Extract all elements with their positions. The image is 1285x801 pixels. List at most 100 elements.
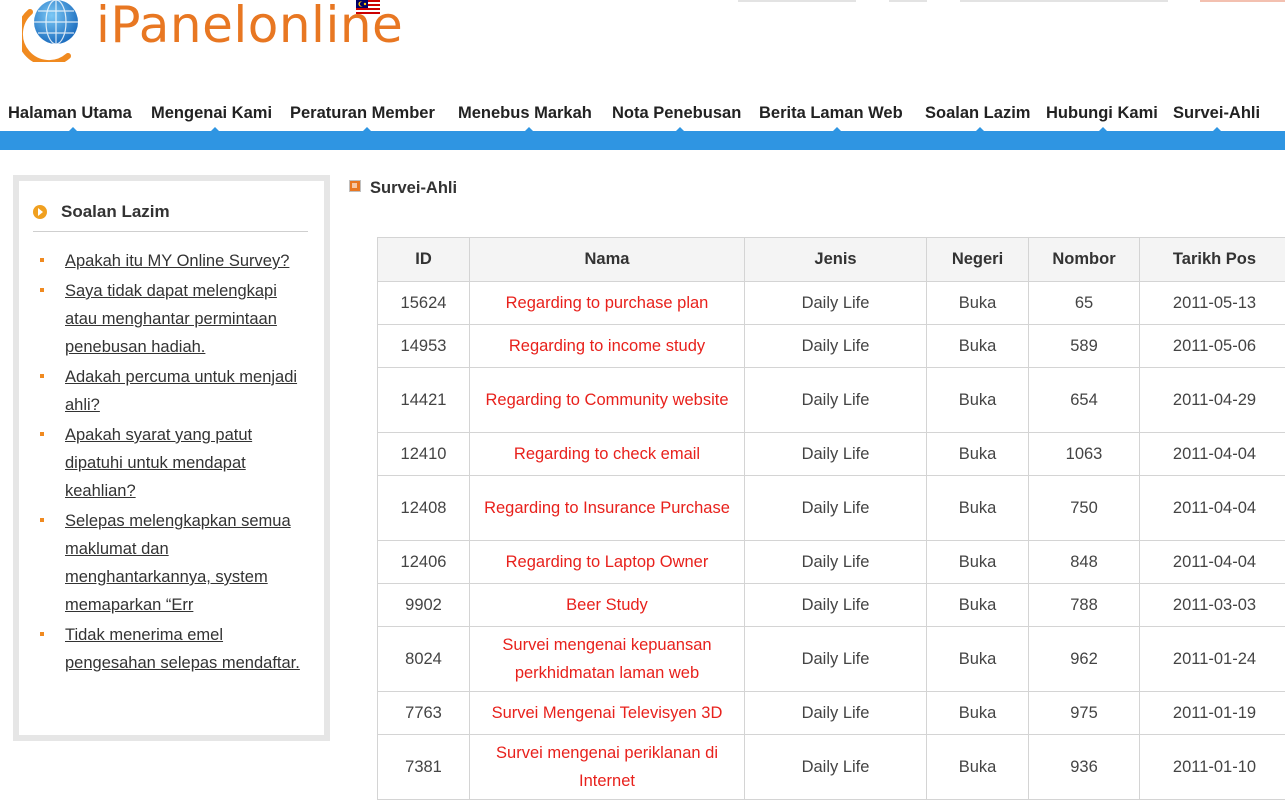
nav-item-nota-penebusan[interactable]: Nota Penebusan xyxy=(612,104,741,123)
nav-notch xyxy=(675,127,685,132)
faq-link[interactable]: Saya tidak dapat melengkapi atau menghan… xyxy=(65,282,277,356)
faq-item: Apakah syarat yang patut dipatuhi untuk … xyxy=(39,421,309,505)
faq-link[interactable]: Selepas melengkapkan semua maklumat dan … xyxy=(65,512,291,614)
column-header-tarikh-pos: Tarikh Pos xyxy=(1139,237,1285,282)
cell-nombor: 962 xyxy=(1028,626,1140,692)
arrow-circle-icon xyxy=(33,205,47,219)
header-edge-line xyxy=(738,0,856,2)
nav-item-survei-ahli[interactable]: Survei-Ahli xyxy=(1173,104,1260,123)
header-edge-line xyxy=(1200,0,1285,2)
faq-link[interactable]: Apakah syarat yang patut dipatuhi untuk … xyxy=(65,426,252,500)
nav-notch xyxy=(832,127,842,132)
faq-link[interactable]: Tidak menerima emel pengesahan selepas m… xyxy=(65,626,300,672)
cell-id: 14953 xyxy=(377,324,470,368)
survey-table: ID Nama Jenis Negeri Nombor Tarikh Pos 1… xyxy=(377,237,1285,800)
nav-item-halaman-utama[interactable]: Halaman Utama xyxy=(8,104,132,123)
nav-notch xyxy=(1212,127,1222,132)
malaysia-flag-icon[interactable] xyxy=(356,0,380,14)
cell-negeri: Buka xyxy=(926,281,1029,325)
faq-item: Selepas melengkapkan semua maklumat dan … xyxy=(39,507,309,619)
nav-item-peraturan-member[interactable]: Peraturan Member xyxy=(290,104,435,123)
nav-item-hubungi-kami[interactable]: Hubungi Kami xyxy=(1046,104,1158,123)
cell-id: 14421 xyxy=(377,367,470,433)
survey-name-link[interactable]: Regarding to income study xyxy=(469,324,745,368)
cell-tarikh-pos: 2011-04-29 xyxy=(1139,367,1285,433)
nav-notch xyxy=(524,127,534,132)
faq-item: Tidak menerima emel pengesahan selepas m… xyxy=(39,621,309,677)
cell-nombor: 975 xyxy=(1028,691,1140,735)
table-row: 8024 Survei mengenai kepuansan perkhidma… xyxy=(377,626,1285,692)
cell-jenis: Daily Life xyxy=(744,432,927,476)
faq-item: Adakah percuma untuk menjadi ahli? xyxy=(39,363,309,419)
cell-negeri: Buka xyxy=(926,734,1029,800)
table-row: 7763 Survei Mengenai Televisyen 3D Daily… xyxy=(377,691,1285,735)
survey-name-link[interactable]: Regarding to purchase plan xyxy=(469,281,745,325)
header-edge-line xyxy=(960,0,1168,2)
section-square-icon xyxy=(349,180,361,192)
table-row: 14421 Regarding to Community website Dai… xyxy=(377,367,1285,433)
cell-negeri: Buka xyxy=(926,583,1029,627)
nav-notch xyxy=(1098,127,1108,132)
survey-name-link[interactable]: Regarding to Insurance Purchase xyxy=(469,475,745,541)
cell-nombor: 589 xyxy=(1028,324,1140,368)
faq-item: Saya tidak dapat melengkapi atau menghan… xyxy=(39,277,309,361)
cell-jenis: Daily Life xyxy=(744,281,927,325)
page-title: Survei-Ahli xyxy=(370,179,458,197)
faq-sidebar-title: Soalan Lazim xyxy=(61,202,170,221)
cell-negeri: Buka xyxy=(926,367,1029,433)
bullet-icon xyxy=(40,432,44,436)
nav-bar-strip xyxy=(0,131,1285,150)
bullet-icon xyxy=(40,374,44,378)
nav-item-soalan-lazim[interactable]: Soalan Lazim xyxy=(925,104,1030,123)
nav-notch xyxy=(210,127,220,132)
cell-jenis: Daily Life xyxy=(744,583,927,627)
cell-negeri: Buka xyxy=(926,432,1029,476)
cell-id: 7763 xyxy=(377,691,470,735)
cell-negeri: Buka xyxy=(926,691,1029,735)
survey-name-link[interactable]: Regarding to Laptop Owner xyxy=(469,540,745,584)
cell-jenis: Daily Life xyxy=(744,540,927,584)
cell-tarikh-pos: 2011-01-10 xyxy=(1139,734,1285,800)
nav-notch xyxy=(975,127,985,132)
cell-jenis: Daily Life xyxy=(744,626,927,692)
bullet-icon xyxy=(40,518,44,522)
column-header-nombor: Nombor xyxy=(1028,237,1140,282)
nav-item-mengenai-kami[interactable]: Mengenai Kami xyxy=(151,104,272,123)
cell-tarikh-pos: 2011-04-04 xyxy=(1139,540,1285,584)
cell-negeri: Buka xyxy=(926,324,1029,368)
column-header-id: ID xyxy=(377,237,470,282)
column-header-nama: Nama xyxy=(469,237,745,282)
table-row: 7381 Survei mengenai periklanan di Inter… xyxy=(377,734,1285,800)
cell-nombor: 936 xyxy=(1028,734,1140,800)
header-edge-line xyxy=(889,0,927,2)
nav-notch xyxy=(68,127,78,132)
cell-id: 15624 xyxy=(377,281,470,325)
table-row: 15624 Regarding to purchase plan Daily L… xyxy=(377,281,1285,325)
survey-name-link[interactable]: Survei mengenai kepuansan perkhidmatan l… xyxy=(469,626,745,692)
nav-notch xyxy=(362,127,372,132)
cell-id: 12410 xyxy=(377,432,470,476)
survey-name-link[interactable]: Survei mengenai periklanan di Internet xyxy=(469,734,745,800)
cell-jenis: Daily Life xyxy=(744,367,927,433)
cell-tarikh-pos: 2011-04-04 xyxy=(1139,432,1285,476)
cell-negeri: Buka xyxy=(926,540,1029,584)
survey-name-link[interactable]: Regarding to Community website xyxy=(469,367,745,433)
nav-item-berita-laman-web[interactable]: Berita Laman Web xyxy=(759,104,903,123)
survey-name-link[interactable]: Beer Study xyxy=(469,583,745,627)
globe-logo-icon xyxy=(22,0,78,62)
site-logo[interactable]: iPanelonline xyxy=(22,0,403,70)
bullet-icon xyxy=(40,288,44,292)
cell-jenis: Daily Life xyxy=(744,475,927,541)
cell-id: 12406 xyxy=(377,540,470,584)
survey-name-link[interactable]: Regarding to check email xyxy=(469,432,745,476)
faq-sidebar: Soalan Lazim Apakah itu MY Online Survey… xyxy=(13,175,330,741)
nav-item-menebus-markah[interactable]: Menebus Markah xyxy=(458,104,592,123)
faq-link[interactable]: Adakah percuma untuk menjadi ahli? xyxy=(65,368,297,414)
cell-tarikh-pos: 2011-05-13 xyxy=(1139,281,1285,325)
table-header-row: ID Nama Jenis Negeri Nombor Tarikh Pos xyxy=(377,237,1285,282)
bullet-icon xyxy=(40,632,44,636)
cell-nombor: 1063 xyxy=(1028,432,1140,476)
column-header-jenis: Jenis xyxy=(744,237,927,282)
survey-name-link[interactable]: Survei Mengenai Televisyen 3D xyxy=(469,691,745,735)
faq-link[interactable]: Apakah itu MY Online Survey? xyxy=(65,252,289,270)
